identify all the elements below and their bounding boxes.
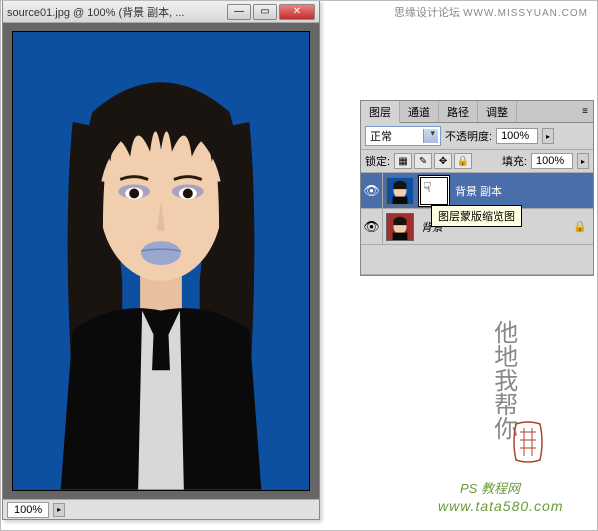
titlebar[interactable]: source01.jpg @ 100% (背景 副本, ... — ▭ ✕ [3, 1, 319, 23]
right-area: 思缘设计论坛 WWW.MISSYUAN.COM 图层 通道 路径 调整 ≡ 正常… [360, 0, 598, 531]
status-arrow-icon[interactable]: ▸ [53, 503, 65, 517]
lock-label: 锁定: [365, 153, 390, 169]
layer-empty-row [361, 245, 593, 275]
close-button[interactable]: ✕ [279, 4, 315, 20]
fill-input[interactable]: 100% [531, 153, 573, 169]
blend-mode-select[interactable]: 正常 [365, 126, 441, 146]
tab-paths[interactable]: 路径 [439, 101, 478, 122]
watermark-line1: PS 教程网 [460, 478, 520, 497]
forum-name: 思缘设计论坛 [394, 7, 460, 19]
forum-url: WWW.MISSYUAN.COM [463, 8, 588, 19]
minimize-button[interactable]: — [227, 4, 251, 20]
window-buttons: — ▭ ✕ [227, 4, 315, 20]
layer-mask-thumbnail[interactable] [420, 177, 448, 205]
visibility-toggle[interactable]: 👁 [361, 173, 383, 208]
lock-pixels-icon[interactable]: ✎ [414, 153, 432, 169]
maximize-button[interactable]: ▭ [253, 4, 277, 20]
lock-transparency-icon[interactable]: ▦ [394, 153, 412, 169]
lock-icons: ▦ ✎ ✥ 🔒 [394, 153, 472, 169]
photo-canvas[interactable] [12, 31, 310, 491]
layer-row-copy[interactable]: 👁 背景 副本 ☟ [361, 173, 593, 209]
fill-label: 填充: [502, 153, 527, 169]
status-bar: 100% ▸ [3, 499, 319, 519]
tab-adjustments[interactable]: 调整 [478, 101, 517, 122]
layer-name[interactable]: 背景 副本 [455, 183, 502, 199]
opacity-arrow-icon[interactable]: ▸ [542, 128, 554, 144]
layers-panel: 图层 通道 路径 调整 ≡ 正常 不透明度: 100% ▸ 锁定: ▦ ✎ ✥ … [360, 100, 594, 276]
lock-all-icon[interactable]: 🔒 [454, 153, 472, 169]
canvas-area[interactable] [3, 23, 319, 499]
blend-mode-value: 正常 [370, 131, 392, 143]
mask-tooltip: 图层蒙版缩览图 [431, 205, 522, 227]
fill-arrow-icon[interactable]: ▸ [577, 153, 589, 169]
lock-icon: 🔒 [573, 220, 587, 233]
layer-list: 👁 背景 副本 ☟ 图层蒙版缩览图 👁 背景 🔒 [361, 173, 593, 275]
opacity-label: 不透明度: [445, 128, 492, 144]
panel-menu-icon[interactable]: ≡ [577, 101, 593, 122]
visibility-toggle[interactable]: 👁 [361, 209, 383, 244]
lock-position-icon[interactable]: ✥ [434, 153, 452, 169]
lock-fill-row: 锁定: ▦ ✎ ✥ 🔒 填充: 100% ▸ [361, 150, 593, 173]
forum-label: 思缘设计论坛 WWW.MISSYUAN.COM [394, 4, 588, 20]
window-title: source01.jpg @ 100% (背景 副本, ... [7, 4, 227, 20]
opacity-input[interactable]: 100% [496, 128, 538, 144]
portrait-image [13, 32, 309, 490]
zoom-input[interactable]: 100% [7, 502, 49, 518]
tab-layers[interactable]: 图层 [361, 101, 400, 123]
document-window: source01.jpg @ 100% (背景 副本, ... — ▭ ✕ [2, 0, 320, 520]
layer-thumbnail[interactable] [386, 213, 414, 241]
watermark-line2: www.tata580.com [438, 498, 564, 514]
panel-tabs: 图层 通道 路径 调整 ≡ [361, 101, 593, 123]
blend-opacity-row: 正常 不透明度: 100% ▸ [361, 123, 593, 150]
layer-thumbnail[interactable] [386, 177, 414, 205]
tab-channels[interactable]: 通道 [400, 101, 439, 122]
watermark-seal-icon [510, 420, 546, 464]
